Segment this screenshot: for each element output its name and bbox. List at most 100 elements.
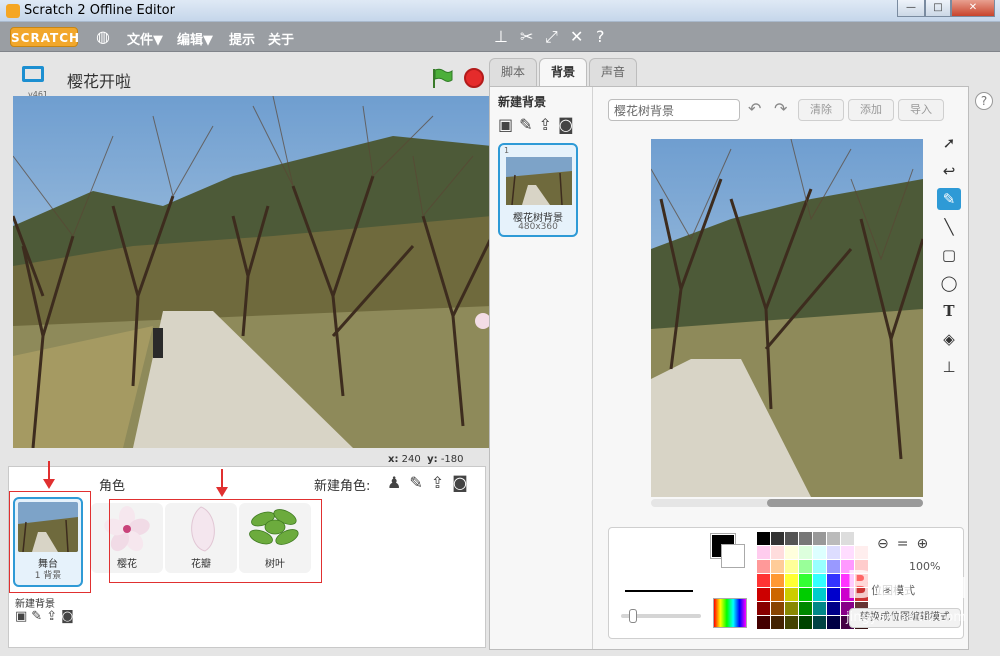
help-icon[interactable]: ? [975,92,993,110]
palette-color-swatch[interactable] [785,574,798,587]
choose-backdrop-library-icon[interactable]: ▣ [498,115,513,134]
reshape-icon[interactable]: ↩ [937,160,961,182]
shrink-icon[interactable]: ✕ [570,27,583,46]
palette-color-swatch[interactable] [813,588,826,601]
stroke-width-slider[interactable] [621,609,701,623]
choose-backdrop-icon[interactable]: ▣ [15,609,27,624]
palette-color-swatch[interactable] [855,546,868,559]
text-icon[interactable]: T [937,300,961,322]
ellipse-icon[interactable]: ◯ [937,272,961,294]
close-button[interactable]: ✕ [951,0,995,17]
pencil-icon[interactable]: ✎ [937,188,961,210]
palette-color-swatch[interactable] [771,532,784,545]
palette-color-swatch[interactable] [855,574,868,587]
camera-sprite-icon[interactable]: ◙ [452,473,468,492]
stop-icon[interactable] [464,68,484,88]
palette-color-swatch[interactable] [757,560,770,573]
stage-canvas[interactable] [13,96,492,448]
fill-bucket-icon[interactable]: ◈ [937,328,961,350]
paint-canvas[interactable] [651,139,923,497]
palette-color-swatch[interactable] [757,574,770,587]
palette-color-swatch[interactable] [799,616,812,629]
palette-color-swatch[interactable] [771,616,784,629]
palette-color-swatch[interactable] [799,532,812,545]
palette-color-swatch[interactable] [827,532,840,545]
fullscreen-icon[interactable] [22,66,44,82]
menu-tips[interactable]: 提示 [229,29,255,48]
palette-color-swatch[interactable] [813,532,826,545]
palette-color-swatch[interactable] [785,532,798,545]
paint-sprite-icon[interactable]: ✎ [409,473,422,492]
palette-color-swatch[interactable] [771,560,784,573]
tab-sounds[interactable]: 声音 [589,58,637,86]
palette-color-swatch[interactable] [757,546,770,559]
palette-color-swatch[interactable] [785,616,798,629]
palette-color-swatch[interactable] [771,602,784,615]
upload-backdrop-file-icon[interactable]: ⇪ [539,115,552,134]
palette-color-swatch[interactable] [813,616,826,629]
paint-new-backdrop-icon[interactable]: ✎ [519,115,532,134]
convert-to-bitmap-button[interactable]: 转换成位图编辑模式 [849,608,961,628]
menu-file[interactable]: 文件▼ [127,29,163,48]
rectangle-icon[interactable]: ▢ [937,244,961,266]
stroke-width-slider-handle[interactable] [629,609,637,623]
palette-color-swatch[interactable] [757,532,770,545]
zoom-in-icon[interactable]: ⊕ [916,536,936,552]
zoom-reset-icon[interactable]: = [897,536,917,552]
palette-color-swatch[interactable] [827,574,840,587]
upload-backdrop-icon[interactable]: ⇪ [46,609,57,624]
green-flag-icon[interactable] [431,68,453,88]
palette-color-swatch[interactable] [757,602,770,615]
choose-sprite-icon[interactable]: ♟ [387,473,401,492]
palette-color-swatch[interactable] [757,616,770,629]
add-button[interactable]: 添加 [848,99,894,121]
minimize-button[interactable]: — [897,0,925,17]
upload-sprite-icon[interactable]: ⇪ [431,473,444,492]
palette-color-swatch[interactable] [827,546,840,559]
clear-button[interactable]: 清除 [798,99,844,121]
canvas-horizontal-scrollbar[interactable] [651,499,923,507]
scrollbar-thumb[interactable] [767,499,923,507]
zoom-out-icon[interactable]: ⊖ [877,536,897,552]
scratch-logo[interactable]: SCRATCH [10,27,79,47]
palette-color-swatch[interactable] [841,574,854,587]
palette-color-swatch[interactable] [785,588,798,601]
palette-color-swatch[interactable] [799,602,812,615]
palette-color-swatch[interactable] [827,616,840,629]
palette-color-swatch[interactable] [855,560,868,573]
secondary-color-swatch[interactable] [721,544,745,568]
palette-color-swatch[interactable] [827,560,840,573]
camera-backdrop-icon[interactable]: ◙ [61,609,74,624]
palette-color-swatch[interactable] [785,560,798,573]
palette-color-swatch[interactable] [827,602,840,615]
backdrop-thumbnail[interactable]: 1 樱花树背景 480x360 [498,143,578,237]
maximize-button[interactable]: □ [925,0,951,17]
stamp-icon[interactable]: ⊥ [937,356,961,378]
palette-color-swatch[interactable] [799,574,812,587]
grow-icon[interactable]: ⤢ [545,27,558,47]
import-button[interactable]: 导入 [898,99,944,121]
line-icon[interactable]: ╲ [937,216,961,238]
palette-color-swatch[interactable] [799,560,812,573]
camera-new-backdrop-icon[interactable]: ◙ [558,115,574,134]
undo-icon[interactable]: ↶ [748,99,761,118]
palette-color-swatch[interactable] [771,588,784,601]
backdrop-name-input[interactable] [608,99,740,121]
menu-edit[interactable]: 编辑▼ [177,29,213,48]
color-picker-gradient[interactable] [713,598,747,628]
paint-backdrop-icon[interactable]: ✎ [31,609,42,624]
palette-color-swatch[interactable] [757,588,770,601]
palette-color-swatch[interactable] [813,574,826,587]
palette-color-swatch[interactable] [771,574,784,587]
palette-color-swatch[interactable] [855,588,868,601]
palette-color-swatch[interactable] [841,560,854,573]
palette-color-swatch[interactable] [813,602,826,615]
palette-color-swatch[interactable] [827,588,840,601]
menu-about[interactable]: 关于 [268,29,294,48]
palette-color-swatch[interactable] [785,546,798,559]
palette-color-swatch[interactable] [771,546,784,559]
duplicate-stamp-icon[interactable]: ⊥ [494,27,508,46]
palette-color-swatch[interactable] [813,560,826,573]
tab-scripts[interactable]: 脚本 [489,58,537,86]
palette-color-swatch[interactable] [841,546,854,559]
